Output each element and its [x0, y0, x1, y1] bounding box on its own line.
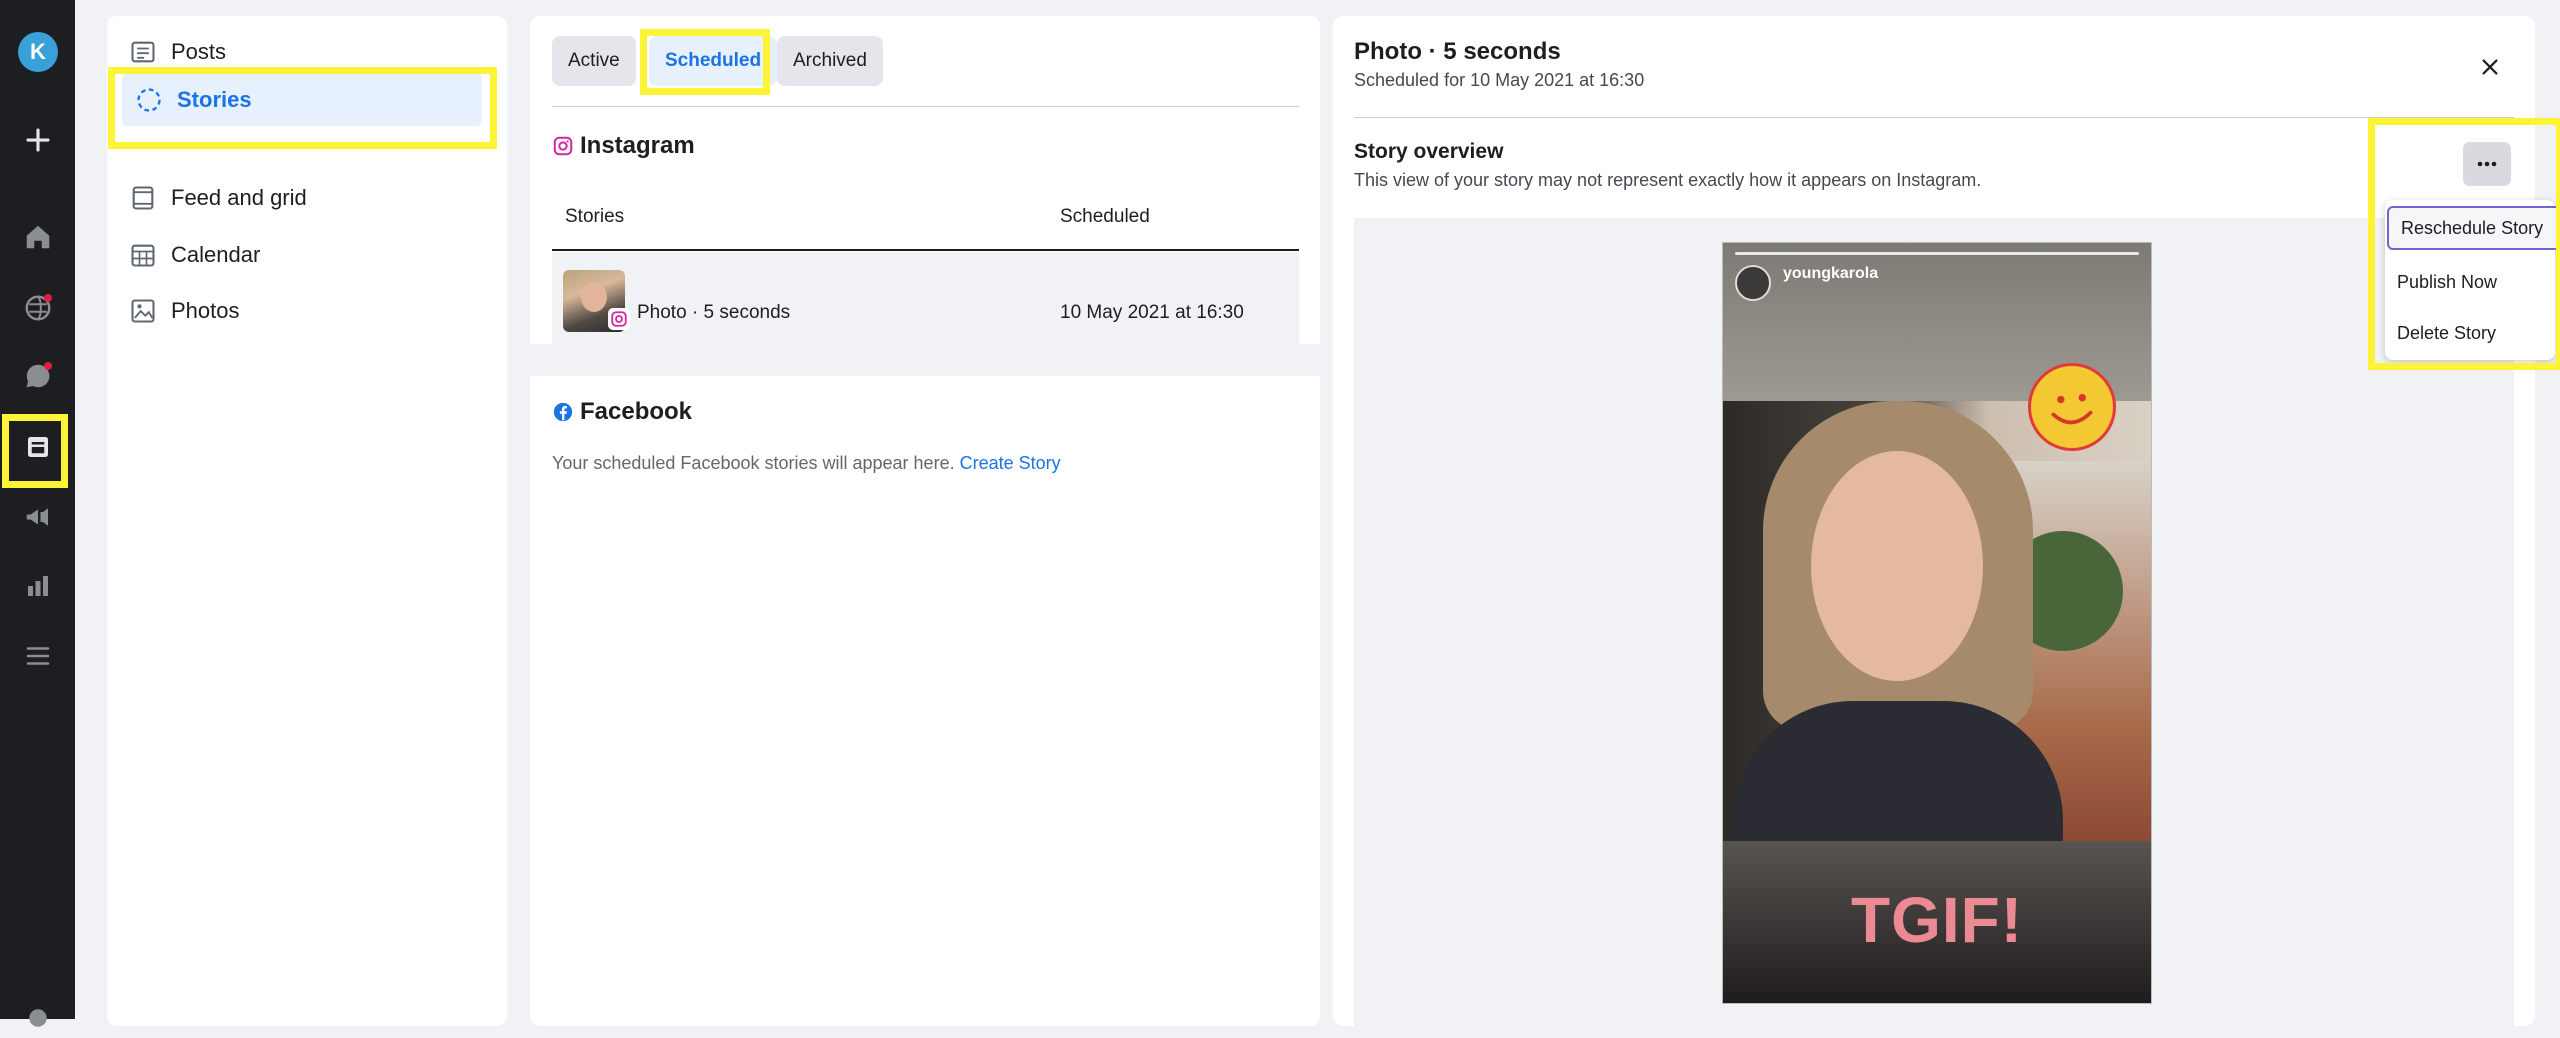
bar-chart-icon[interactable]: [18, 566, 58, 606]
nav-stories-highlight: [108, 67, 497, 149]
stories-list-panel: Active Scheduled Archived Instagram Stor…: [530, 16, 1320, 1026]
facebook-section-title: Facebook: [552, 398, 692, 426]
plus-icon[interactable]: [18, 120, 58, 160]
notification-dot: [44, 294, 52, 302]
instagram-badge-icon: [608, 308, 630, 330]
create-story-link[interactable]: Create Story: [960, 453, 1061, 473]
nav-item-feed-and-grid[interactable]: Feed and grid: [129, 176, 499, 220]
facebook-empty-note: Your scheduled Facebook stories will app…: [552, 453, 1061, 473]
story-user-avatar: [1735, 265, 1771, 301]
rail-stories-highlight: [2, 414, 68, 488]
table-header-divider: [552, 249, 1299, 251]
chat-icon[interactable]: [18, 356, 58, 396]
section-separator: [530, 344, 1320, 376]
home-icon[interactable]: [18, 217, 58, 257]
settings-icon[interactable]: [18, 998, 58, 1038]
tab-archived[interactable]: Archived: [777, 36, 883, 86]
story-username: youngkarola: [1783, 265, 1879, 282]
facebook-icon: [553, 402, 573, 422]
nav-item-label: Calendar: [171, 242, 261, 267]
detail-title: Photo · 5 seconds: [1354, 38, 1561, 65]
story-overview-title: Story overview: [1354, 140, 1504, 163]
profile-avatar[interactable]: K: [18, 32, 58, 72]
nav-item-label: Photos: [171, 298, 240, 323]
nav-item-label: Feed and grid: [171, 185, 307, 210]
instagram-section-title: Instagram: [552, 132, 695, 160]
calendar-icon: [131, 244, 155, 267]
left-rail: K: [0, 0, 75, 1027]
nav-item-calendar[interactable]: Calendar: [129, 233, 499, 277]
notification-dot: [44, 362, 52, 370]
tabs-divider: [552, 106, 1299, 107]
posts-icon: [131, 41, 155, 63]
story-photo: [1723, 401, 2151, 901]
story-name: Photo · 5 seconds: [637, 302, 791, 323]
nav-item-label: Posts: [171, 39, 227, 64]
story-caption: TGIF!: [1850, 884, 2024, 956]
column-header-scheduled: Scheduled: [1060, 206, 1150, 227]
nav-item-photos[interactable]: Photos: [129, 289, 499, 333]
column-header-stories: Stories: [565, 206, 625, 227]
megaphone-icon[interactable]: [18, 497, 58, 537]
navigation-panel: Posts Stories Feed and grid Calendar Pho…: [107, 16, 507, 1026]
menu-lines-icon[interactable]: [18, 636, 58, 676]
menu-highlight: [2368, 118, 2560, 370]
photos-icon: [131, 299, 155, 323]
story-preview: youngkarola TGIF!: [1722, 242, 2152, 1004]
scheduled-tab-highlight: [640, 29, 770, 95]
story-progress-bar: [1735, 252, 2139, 255]
smiley-sticker-icon: [2028, 363, 2116, 451]
tab-active[interactable]: Active: [552, 36, 636, 86]
feed-grid-icon: [132, 186, 154, 210]
close-button[interactable]: [2473, 50, 2507, 84]
globe-icon[interactable]: [18, 288, 58, 328]
detail-divider: [1354, 117, 2514, 118]
instagram-icon: [553, 136, 573, 156]
story-overview-subtitle: This view of your story may not represen…: [1354, 170, 1982, 190]
story-scheduled-date: 10 May 2021 at 16:30: [1060, 302, 1244, 323]
close-icon: [2482, 59, 2498, 75]
detail-subtitle: Scheduled for 10 May 2021 at 16:30: [1354, 70, 1645, 90]
person-face: [1811, 451, 1983, 681]
